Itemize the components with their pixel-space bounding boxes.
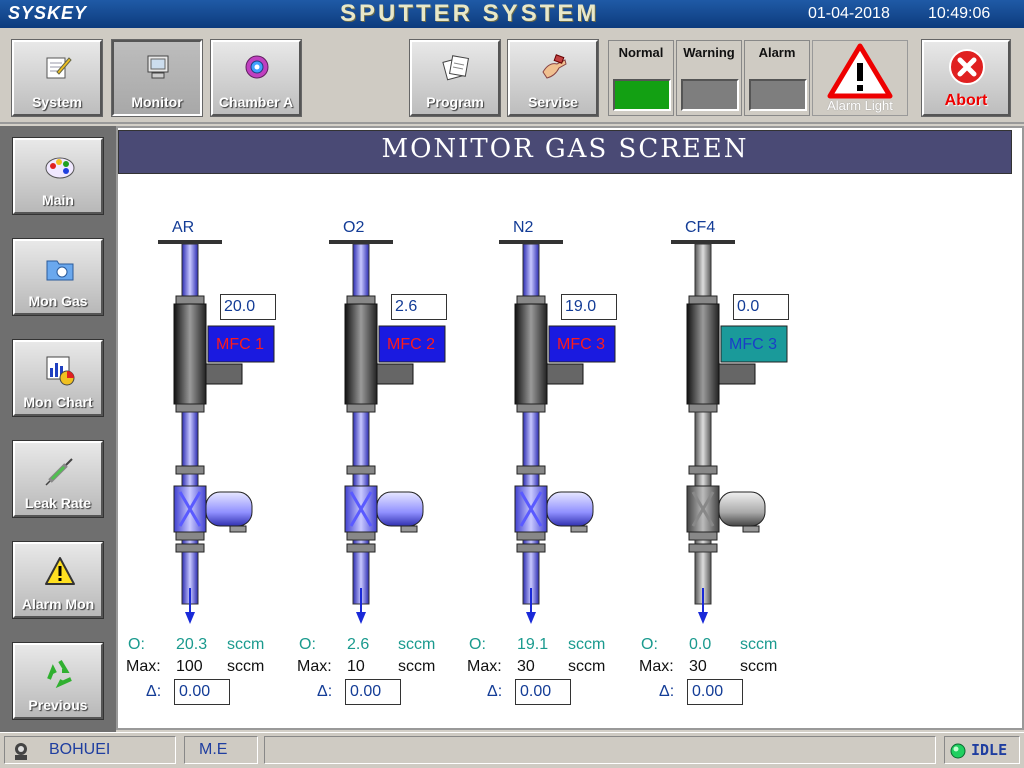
status-led-icon bbox=[950, 743, 966, 759]
delta-input[interactable]: 0.00 bbox=[515, 679, 571, 705]
user-role: M.E bbox=[199, 741, 228, 758]
setpoint-input[interactable]: 20.0 bbox=[220, 294, 276, 320]
max-value: 10 bbox=[347, 658, 365, 675]
mfc-label: MFC 1 bbox=[216, 336, 264, 353]
delta-input[interactable]: 0.00 bbox=[174, 679, 230, 705]
max-label: Max: bbox=[639, 658, 674, 675]
output-unit: sccm bbox=[568, 636, 606, 653]
output-label: O: bbox=[299, 636, 316, 653]
output-value: 0.0 bbox=[689, 636, 712, 653]
max-value: 30 bbox=[689, 658, 707, 675]
delta-input[interactable]: 0.00 bbox=[345, 679, 401, 705]
gas-name: O2 bbox=[343, 219, 365, 236]
output-value: 2.6 bbox=[347, 636, 370, 653]
message-area bbox=[264, 736, 936, 764]
max-unit: sccm bbox=[398, 658, 436, 675]
gas-lines-diagram bbox=[158, 240, 788, 624]
output-value: 19.1 bbox=[517, 636, 549, 653]
max-unit: sccm bbox=[227, 658, 265, 675]
max-value: 100 bbox=[176, 658, 203, 675]
max-label: Max: bbox=[467, 658, 502, 675]
gas-name: CF4 bbox=[685, 219, 716, 236]
max-unit: sccm bbox=[740, 658, 778, 675]
output-unit: sccm bbox=[398, 636, 436, 653]
gas-name: AR bbox=[172, 219, 195, 236]
max-label: Max: bbox=[297, 658, 332, 675]
delta-label: Δ: bbox=[146, 683, 162, 700]
user-name: BOHUEI bbox=[49, 741, 111, 758]
max-label: Max: bbox=[126, 658, 161, 675]
mfc-label: MFC 3 bbox=[729, 336, 777, 353]
delta-label: Δ: bbox=[659, 683, 675, 700]
delta-label: Δ: bbox=[317, 683, 333, 700]
delta-input[interactable]: 0.00 bbox=[687, 679, 743, 705]
setpoint-input[interactable]: 2.6 bbox=[391, 294, 447, 320]
setpoint-input[interactable]: 19.0 bbox=[561, 294, 617, 320]
setpoint-input[interactable]: 0.0 bbox=[733, 294, 789, 320]
output-value: 20.3 bbox=[176, 636, 208, 653]
delta-label: Δ: bbox=[487, 683, 503, 700]
max-value: 30 bbox=[517, 658, 535, 675]
output-unit: sccm bbox=[740, 636, 778, 653]
mfc-label: MFC 2 bbox=[387, 336, 435, 353]
output-label: O: bbox=[128, 636, 145, 653]
output-label: O: bbox=[469, 636, 486, 653]
user-status: BOHUEI bbox=[4, 736, 176, 764]
max-unit: sccm bbox=[568, 658, 606, 675]
mfc-label: MFC 3 bbox=[557, 336, 605, 353]
role-status: M.E bbox=[184, 736, 258, 764]
user-icon bbox=[15, 743, 27, 760]
gas-name: N2 bbox=[513, 219, 534, 236]
state-label: IDLE bbox=[971, 741, 1008, 759]
output-label: O: bbox=[641, 636, 658, 653]
output-unit: sccm bbox=[227, 636, 265, 653]
machine-state: IDLE bbox=[944, 736, 1020, 764]
